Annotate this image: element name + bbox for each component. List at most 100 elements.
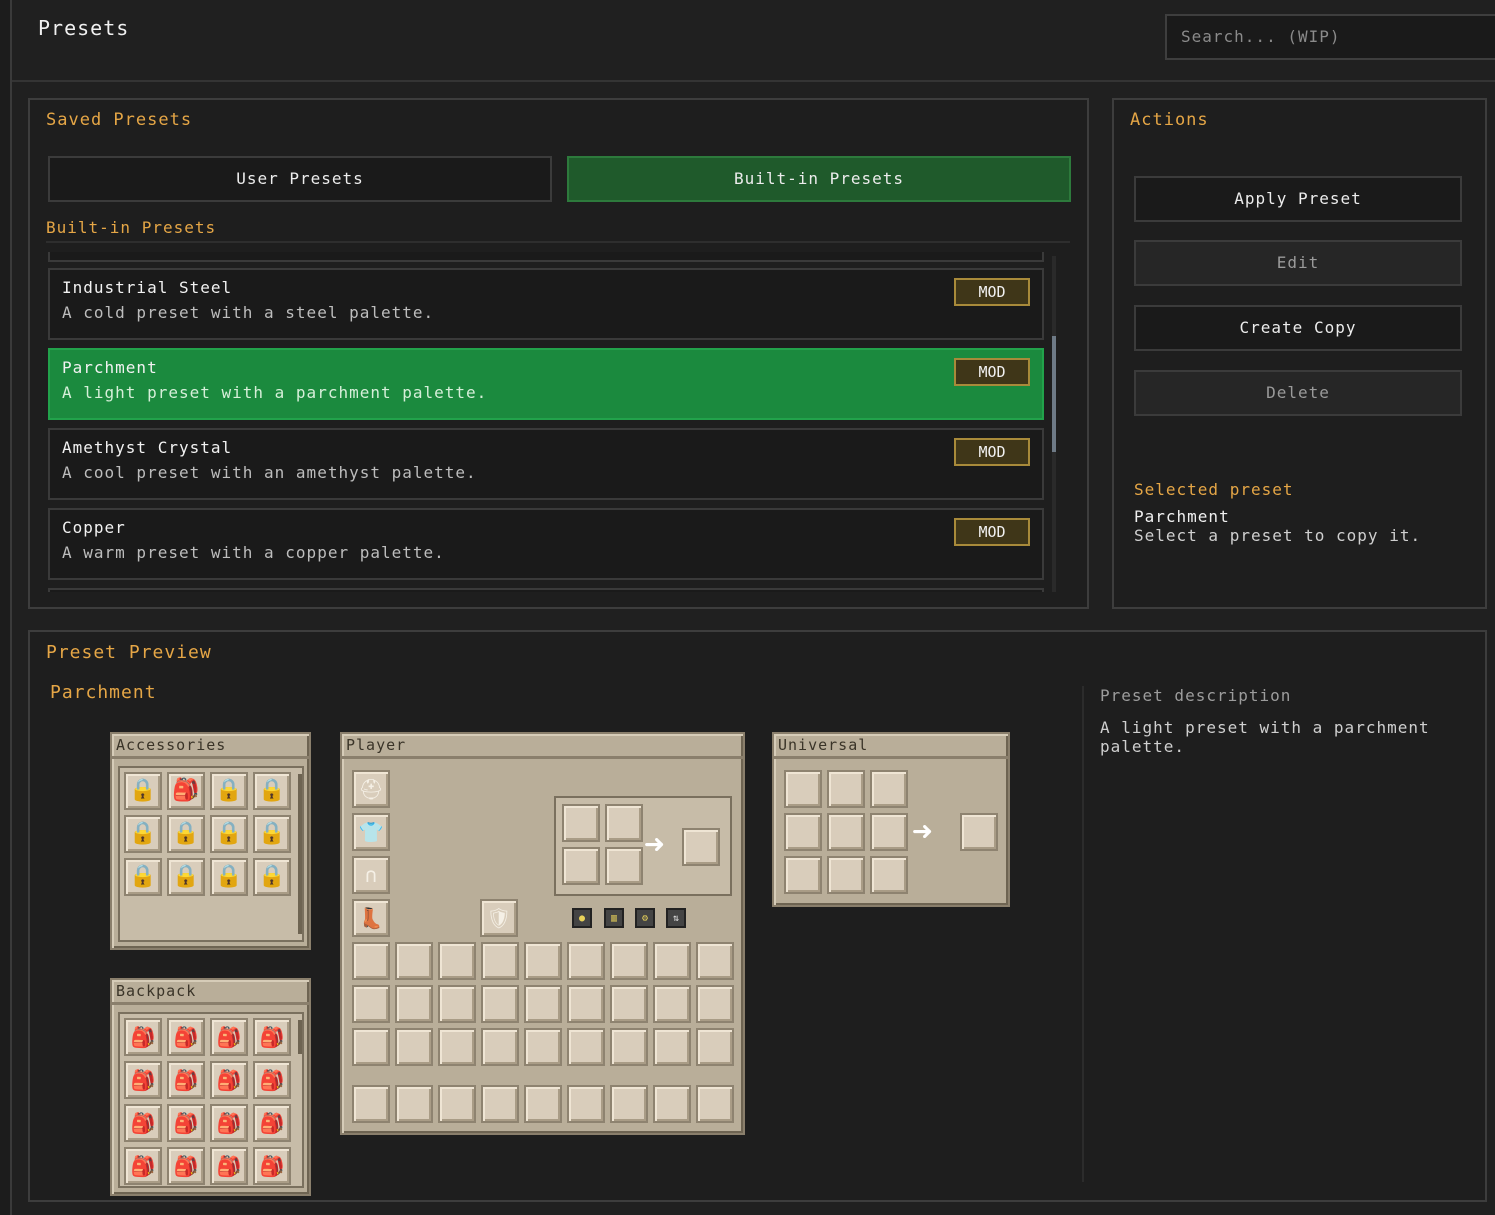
inventory-slot	[438, 1028, 476, 1066]
list-item-partial-bottom[interactable]	[48, 588, 1044, 592]
list-item-copper[interactable]: Copper A warm preset with a copper palet…	[48, 508, 1044, 580]
backpack-icon: 🎒	[173, 1154, 199, 1178]
backpack-icon: 🎒	[130, 1154, 156, 1178]
slot: 🎒	[124, 1147, 162, 1185]
selected-preset-name: Parchment	[1134, 507, 1230, 526]
backpack-icon: 🎒	[216, 1068, 242, 1092]
inventory-slot	[653, 985, 691, 1023]
boots-icon: 👢	[358, 906, 384, 930]
accessories-scrollbar[interactable]	[298, 774, 302, 934]
lock-icon: 🔒	[172, 821, 200, 846]
title-bar-line	[112, 1002, 309, 1005]
boots-slot: 👢	[352, 899, 390, 937]
shield-icon: 🛡	[486, 906, 512, 930]
lock-icon: 🔒	[215, 821, 243, 846]
inventory-slot	[610, 1028, 648, 1066]
edit-button[interactable]: Edit	[1134, 240, 1462, 286]
hotbar-slot	[567, 1085, 605, 1123]
backpack-icon: 🎒	[259, 1025, 285, 1049]
backpack-icon: 🎒	[259, 1111, 285, 1135]
lock-icon: 🔒	[129, 778, 157, 803]
arrow-right-icon: ➜	[912, 812, 933, 852]
apply-preset-button[interactable]: Apply Preset	[1134, 176, 1462, 222]
crafting-result-slot	[960, 813, 998, 851]
slot: 🔒	[210, 772, 248, 810]
slot: 🎒	[210, 1018, 248, 1056]
list-item-industrial-steel[interactable]: Industrial Steel A cold preset with a st…	[48, 268, 1044, 340]
hotbar-slot	[438, 1085, 476, 1123]
delete-button[interactable]: Delete	[1134, 370, 1462, 416]
recipe-book-icon[interactable]: ●	[572, 908, 592, 928]
leggings-slot: ∩	[352, 856, 390, 894]
crafting-slot	[870, 813, 908, 851]
item-name: Amethyst Crystal	[62, 438, 233, 457]
accessories-screen: Accessories 🔒 🎒 🔒 🔒 🔒 🔒 🔒 🔒 🔒 🔒 🔒 🔒	[110, 732, 311, 950]
accessories-title: Accessories	[116, 736, 227, 754]
window-title: Presets	[38, 16, 130, 40]
slot: 🔒	[210, 815, 248, 853]
description-divider	[1082, 686, 1084, 1182]
backpack-icon: 🎒	[216, 1025, 242, 1049]
list-item-partial-top[interactable]	[48, 252, 1044, 262]
player-title: Player	[346, 736, 407, 754]
settings-icon[interactable]: ⚙	[635, 908, 655, 928]
crafting-slot	[784, 813, 822, 851]
crafting-slot	[870, 856, 908, 894]
backpack-icon: 🎒	[259, 1154, 285, 1178]
list-item-parchment[interactable]: Parchment A light preset with a parchmen…	[48, 348, 1044, 420]
crafting-slot	[605, 804, 643, 842]
list-scrollbar-thumb[interactable]	[1052, 336, 1056, 452]
slot: 🔒	[124, 858, 162, 896]
mod-badge: MOD	[954, 438, 1030, 466]
inventory-slot	[610, 985, 648, 1023]
backpack-icon: 🎒	[173, 1111, 199, 1135]
inventory-slot	[567, 1028, 605, 1066]
backpack-icon: 🎒	[130, 1025, 156, 1049]
helmet-slot: ⛑	[352, 770, 390, 808]
mod-badge: MOD	[954, 278, 1030, 306]
selected-preset-label: Selected preset	[1134, 480, 1294, 499]
create-copy-button[interactable]: Create Copy	[1134, 305, 1462, 351]
transfer-icon[interactable]: ⇅	[666, 908, 686, 928]
universal-screen: Universal ➜	[772, 732, 1010, 907]
actions-title: Actions	[1130, 110, 1209, 130]
lock-icon: 🔒	[172, 864, 200, 889]
list-item-amethyst-crystal[interactable]: Amethyst Crystal A cool preset with an a…	[48, 428, 1044, 500]
backpack-grid: 🎒 🎒 🎒 🎒 🎒 🎒 🎒 🎒 🎒 🎒 🎒 🎒 🎒 🎒 🎒 🎒	[118, 1012, 304, 1188]
player-screen: Player ⛑ 👕 ∩ 👢 🛡 ➜ ● ▥ ⚙ ⇅	[340, 732, 745, 1135]
slot: 🎒	[210, 1104, 248, 1142]
slot: 🎒	[124, 1104, 162, 1142]
slot: 🎒	[210, 1061, 248, 1099]
hotbar-slot	[524, 1085, 562, 1123]
backpack-scrollbar[interactable]	[298, 1020, 302, 1054]
backpack-icon: 🎒	[216, 1111, 242, 1135]
preset-preview-panel: Preset Preview Parchment Preset descript…	[28, 630, 1487, 1202]
backpack-icon: 🎒	[173, 1025, 199, 1049]
lock-icon: 🔒	[215, 778, 243, 803]
crafting-slot	[605, 847, 643, 885]
crafting-result-slot	[682, 828, 720, 866]
tab-built-in-presets[interactable]: Built-in Presets	[567, 156, 1071, 202]
inventory-slot	[524, 1028, 562, 1066]
inventory-slot	[696, 942, 734, 980]
slot: 🔒	[167, 858, 205, 896]
item-description: A cold preset with a steel palette.	[62, 303, 435, 322]
inventory-slot	[567, 942, 605, 980]
lock-icon: 🔒	[129, 864, 157, 889]
chestplate-slot: 👕	[352, 813, 390, 851]
inventory-slot	[696, 985, 734, 1023]
slot: 🎒	[253, 1147, 291, 1185]
search-input[interactable]: Search... (WIP)	[1165, 14, 1495, 60]
description-text: A light preset with a parchment palette.	[1100, 718, 1430, 756]
helmet-icon: ⛑	[358, 777, 384, 801]
item-name: Industrial Steel	[62, 278, 233, 297]
crafting-slot	[827, 856, 865, 894]
title-bar-line	[342, 756, 743, 759]
crafting-slot	[562, 847, 600, 885]
tab-user-presets[interactable]: User Presets	[48, 156, 552, 202]
inventory-slot	[610, 942, 648, 980]
sort-icon[interactable]: ▥	[604, 908, 624, 928]
slot: 🔒	[253, 772, 291, 810]
preset-list[interactable]: Industrial Steel A cold preset with a st…	[46, 252, 1058, 592]
inventory-slot	[395, 1028, 433, 1066]
